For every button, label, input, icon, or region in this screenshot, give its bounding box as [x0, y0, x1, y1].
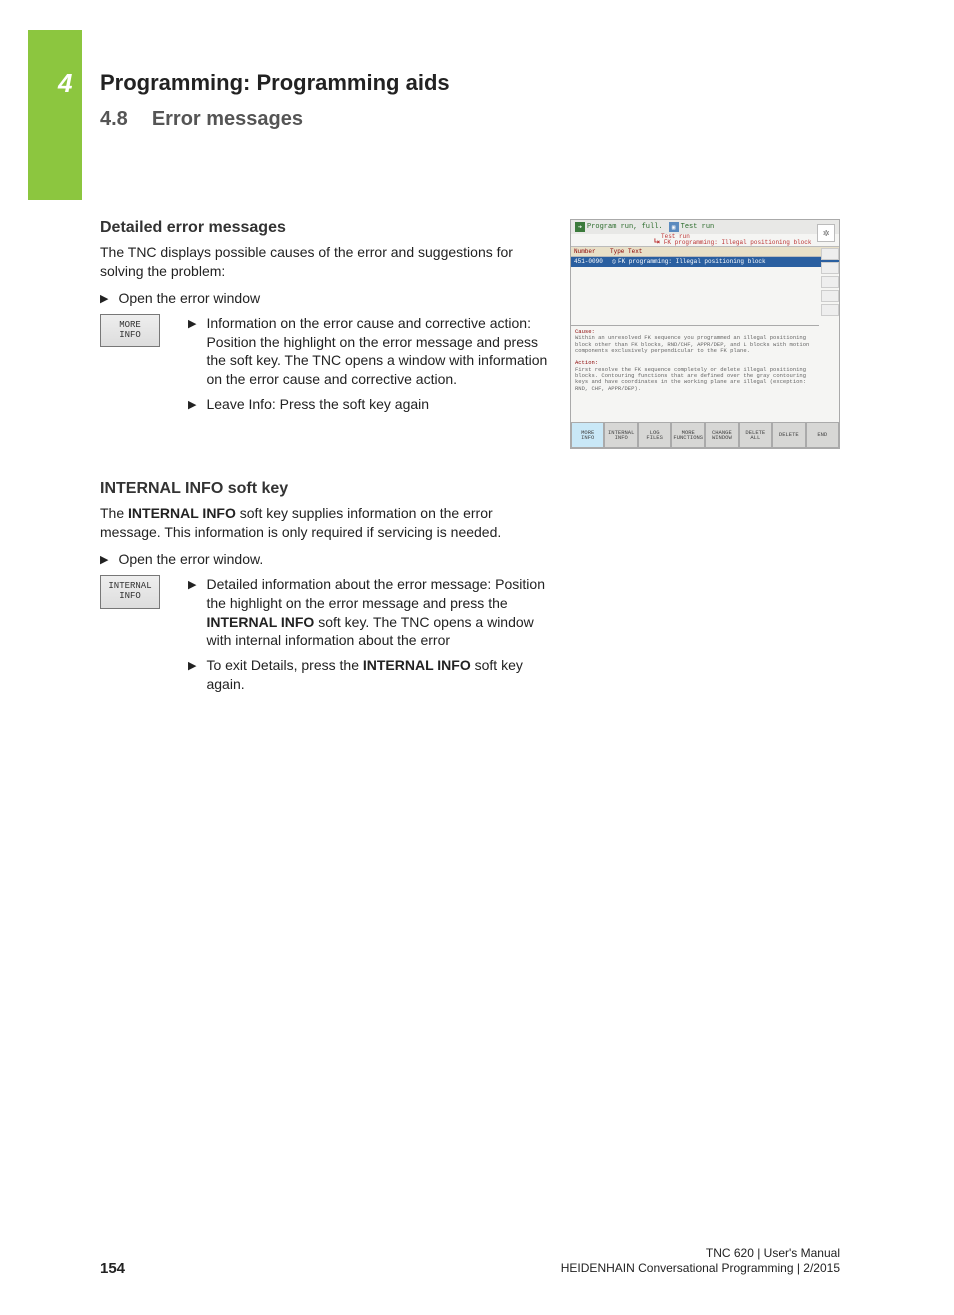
nested-list-2: ▶ Detailed information about the error m…: [188, 575, 548, 700]
step-open-window-2: ▶ Open the error window.: [100, 550, 840, 569]
gear-icon: ✲: [817, 224, 835, 242]
section-number: 4.8: [100, 108, 128, 130]
scr-header: ➔ Program run, full. ▣ Test run: [571, 220, 839, 234]
sk-internal-info[interactable]: INTERNAL INFO: [604, 422, 637, 448]
nested-item: ▶ Information on the error cause and cor…: [188, 314, 548, 390]
step-text: Open the error window.: [118, 550, 263, 569]
nested-text: Detailed information about the error mes…: [206, 575, 548, 651]
scr-row: 451-0090 ⦸ FK programming: Illegal posit…: [571, 257, 839, 267]
heading-internal-info: INTERNAL INFO soft key: [100, 480, 840, 498]
intro-text: The TNC displays possible causes of the …: [100, 243, 540, 281]
heading-strong: INTERNAL INFO: [100, 480, 223, 497]
section-name: Error messages: [152, 108, 303, 130]
stop-icon: ⦸: [610, 258, 618, 266]
intro-strong: INTERNAL INFO: [128, 505, 236, 521]
nested-item: ▶ Detailed information about the error m…: [188, 575, 548, 651]
intro-a: The: [100, 505, 128, 521]
scr-action-panel: Action: First resolve the FK sequence co…: [571, 357, 819, 395]
bullet-arrow-icon: ▶: [188, 398, 196, 411]
row-num: 451-0090: [574, 258, 610, 266]
softkey-row-2: INTERNAL INFO ▶ Detailed information abo…: [100, 575, 840, 700]
scr-table-head: Number Type Text: [571, 246, 839, 257]
footer-right: TNC 620 | User's Manual HEIDENHAIN Conve…: [561, 1246, 840, 1277]
row-text: FK programming: Illegal positioning bloc…: [618, 258, 766, 266]
run-icon: ➔: [575, 222, 585, 232]
chapter-title: Programming: Programming aids: [100, 70, 880, 96]
tnc-screenshot: ➔ Program run, full. ▣ Test run Test run…: [570, 219, 840, 449]
th-type: Type Text: [610, 248, 642, 255]
nested-list: ▶ Information on the error cause and cor…: [188, 314, 548, 420]
chapter-sidebar: [28, 30, 82, 200]
block-detailed-error: Detailed error messages The TNC displays…: [100, 219, 840, 420]
scr-softkeys: MORE INFO INTERNAL INFO LOG FILES MORE F…: [571, 422, 839, 448]
section-title: 4.8 Error messages: [100, 108, 880, 131]
sk-delete[interactable]: DELETE: [772, 422, 805, 448]
scr-error-text: FK programming: Illegal positioning bloc…: [664, 239, 812, 246]
bullet-arrow-icon: ▶: [100, 292, 108, 305]
t: Detailed information about the error mes…: [206, 576, 545, 611]
sk-more-functions[interactable]: MORE FUNCTIONS: [671, 422, 705, 448]
bullet-arrow-icon: ▶: [188, 659, 196, 672]
action-text: First resolve the FK sequence completely…: [575, 367, 815, 392]
cause-text: Within an unresolved FK sequence you pro…: [575, 335, 815, 354]
block-internal-info: INTERNAL INFO soft key The INTERNAL INFO…: [100, 480, 840, 700]
footer-line2: HEIDENHAIN Conversational Programming | …: [561, 1261, 840, 1277]
scr-cause-panel: Cause: Within an unresolved FK sequence …: [571, 325, 819, 357]
bullet-arrow-icon: ▶: [100, 553, 108, 566]
bullet-arrow-icon: ▶: [188, 578, 196, 591]
page-content: Programming: Programming aids 4.8 Error m…: [100, 70, 880, 708]
nested-text: Information on the error cause and corre…: [206, 314, 548, 390]
sk-delete-all[interactable]: DELETE ALL: [739, 422, 772, 448]
sk-end[interactable]: END: [806, 422, 839, 448]
chapter-number: 4: [58, 68, 72, 99]
scr-sidebar: [821, 248, 839, 318]
nested-text: To exit Details, press the INTERNAL INFO…: [206, 656, 548, 694]
t: To exit Details, press the: [206, 657, 362, 673]
heading-rest: soft key: [223, 480, 288, 497]
internal-info-softkey[interactable]: INTERNAL INFO: [100, 575, 160, 609]
doc-icon: ▣: [669, 222, 679, 232]
page-number: 154: [100, 1260, 125, 1277]
nested-text: Leave Info: Press the soft key again: [206, 395, 429, 414]
scr-mode2: Test run: [681, 223, 715, 231]
th-number: Number: [574, 248, 610, 255]
nested-item: ▶ To exit Details, press the INTERNAL IN…: [188, 656, 548, 694]
nested-item: ▶ Leave Info: Press the soft key again: [188, 395, 548, 414]
step-text: Open the error window: [118, 289, 260, 308]
footer-line1: TNC 620 | User's Manual: [561, 1246, 840, 1262]
more-info-softkey[interactable]: MORE INFO: [100, 314, 160, 348]
sk-change-window[interactable]: CHANGE WINDOW: [705, 422, 738, 448]
sk-log-files[interactable]: LOG FILES: [638, 422, 671, 448]
bullet-arrow-icon: ▶: [188, 317, 196, 330]
intro-internal: The INTERNAL INFO soft key supplies info…: [100, 504, 540, 542]
page-footer: 154 TNC 620 | User's Manual HEIDENHAIN C…: [100, 1246, 840, 1277]
scr-mode: Program run, full.: [587, 223, 663, 231]
t-strong: INTERNAL INFO: [363, 657, 471, 673]
sk-more-info[interactable]: MORE INFO: [571, 422, 604, 448]
t-strong: INTERNAL INFO: [206, 614, 314, 630]
